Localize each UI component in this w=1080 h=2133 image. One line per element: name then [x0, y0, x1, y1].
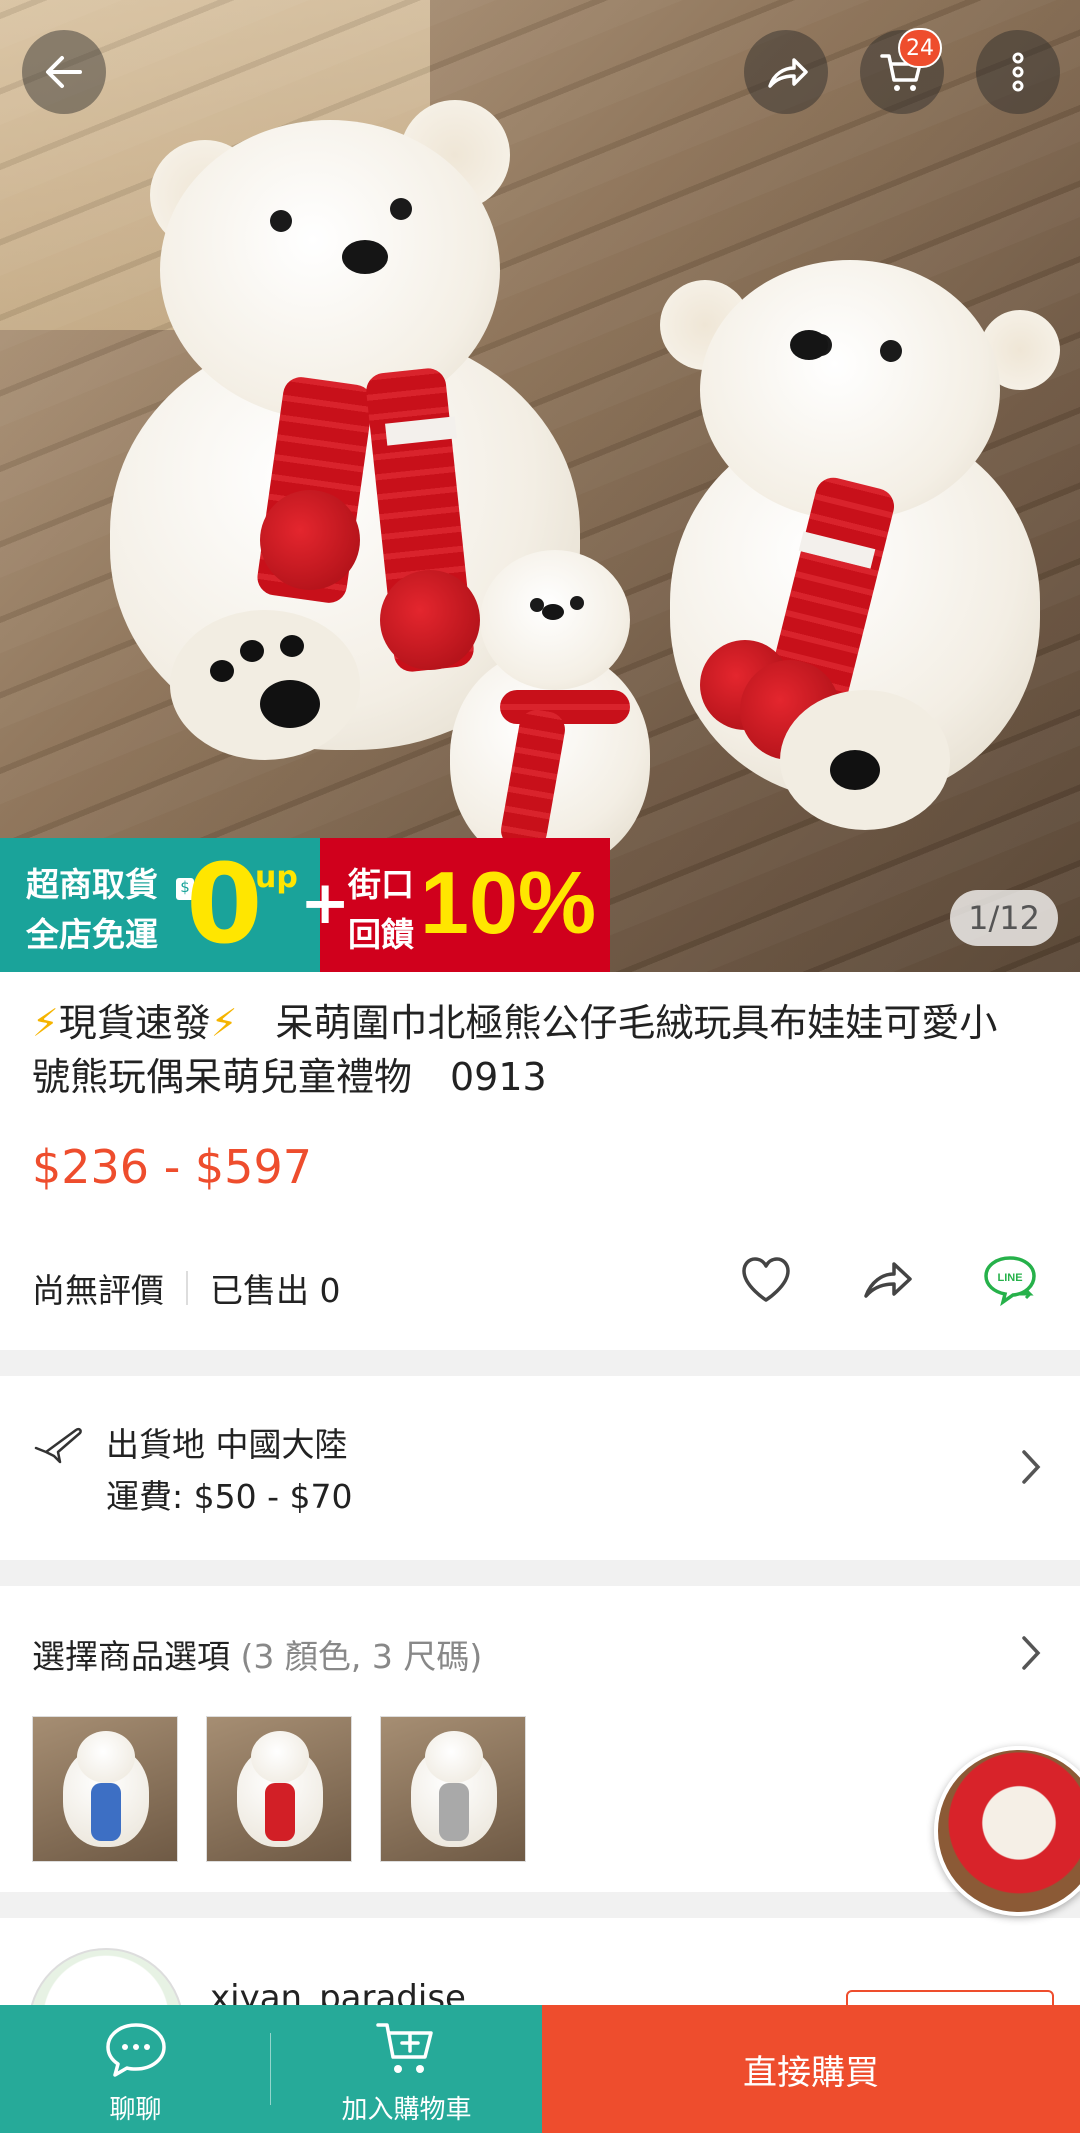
- promo-up: up: [255, 860, 298, 895]
- promo-line: 全店免運: [26, 915, 158, 954]
- option-thumb-blue[interactable]: [32, 1716, 178, 1862]
- sold-count: 已售出 0: [210, 1271, 341, 1310]
- chat-bubble-icon: [105, 2023, 166, 2077]
- heart-icon[interactable]: [736, 1250, 796, 1310]
- promo-banner: 超商取貨 全店免運 $ 0 up + 街口 回饋 10%: [0, 838, 610, 972]
- buy-now-label: 直接購買: [743, 2052, 879, 2093]
- image-counter: 1/12: [950, 890, 1058, 946]
- promo-line: 街口: [348, 865, 414, 904]
- airplane-icon: [34, 1427, 82, 1464]
- share-icon[interactable]: [858, 1250, 918, 1310]
- promo-cashback: 街口 回饋 10%: [320, 838, 610, 972]
- promo-zero: 0: [186, 840, 263, 968]
- promo-line: 超商取貨: [26, 865, 158, 904]
- add-cart-icon: [375, 2023, 433, 2073]
- svg-text:LINE: LINE: [997, 1272, 1022, 1284]
- section-divider: [0, 1892, 1080, 1918]
- buy-now-button[interactable]: 直接購買: [542, 2005, 1080, 2133]
- chevron-right-icon: [1022, 1450, 1041, 1484]
- back-arrow-icon: [46, 56, 82, 88]
- rating-text[interactable]: 尚無評價: [32, 1264, 164, 1312]
- title-tag: 現貨速發: [58, 1001, 211, 1045]
- divider: [186, 1271, 188, 1305]
- product-image-carousel[interactable]: 24 超商取貨 全店免運 $ 0 up + 街口 回饋 10% 1/12: [0, 0, 1080, 972]
- share-icon: [768, 58, 808, 88]
- promo-percent: 10%: [420, 853, 597, 952]
- product-actions: LINE: [736, 1250, 1040, 1310]
- add-to-cart-label: 加入購物車: [341, 2095, 472, 2125]
- chevron-right-icon: [1022, 1636, 1041, 1670]
- options-summary: (3 顏色, 3 尺碼): [240, 1637, 483, 1676]
- shipping-row[interactable]: 出貨地 中國大陸 運費: $50 - $70: [0, 1376, 1080, 1560]
- add-to-cart-button[interactable]: 加入購物車: [271, 2005, 542, 2133]
- share-button[interactable]: [744, 30, 828, 114]
- option-thumb-red[interactable]: [206, 1716, 352, 1862]
- medium-polar-bear: [640, 240, 1060, 840]
- shipping-origin: 出貨地 中國大陸: [106, 1425, 348, 1464]
- bottom-action-bar: 聊聊 加入購物車 直接購買: [0, 2005, 1080, 2133]
- shipping-fee: 運費: $50 - $70: [106, 1477, 353, 1516]
- lightning-icon: ⚡: [32, 1001, 59, 1045]
- chat-label: 聊聊: [109, 2095, 162, 2125]
- promo-line: 回饋: [348, 915, 414, 954]
- options-section[interactable]: 選擇商品選項 (3 顏色, 3 尺碼): [0, 1586, 1080, 1892]
- option-thumb-gray[interactable]: [380, 1716, 526, 1862]
- small-polar-bear: [440, 540, 670, 870]
- options-label: 選擇商品選項: [32, 1637, 230, 1676]
- product-stats: 尚無評價 已售出 0: [32, 1264, 341, 1312]
- back-button[interactable]: [22, 30, 106, 114]
- cart-count-badge: 24: [898, 28, 942, 68]
- product-title: ⚡現貨速發⚡ 呆萌圍巾北極熊公仔毛絨玩具布娃娃可愛小號熊玩偶呆萌兒童禮物 091…: [32, 996, 1032, 1104]
- more-menu-button[interactable]: [976, 30, 1060, 114]
- more-vertical-icon: [1012, 52, 1024, 92]
- section-divider: [0, 1350, 1080, 1376]
- promo-plus: +: [300, 868, 351, 938]
- lightning-icon: ⚡: [210, 1001, 238, 1045]
- options-header: 選擇商品選項 (3 顏色, 3 尺碼): [32, 1630, 482, 1678]
- section-divider: [0, 1560, 1080, 1586]
- line-share-icon[interactable]: LINE: [980, 1250, 1040, 1310]
- promo-free-shipping: 超商取貨 全店免運 $ 0 up: [0, 838, 320, 972]
- chat-button[interactable]: 聊聊: [0, 2005, 271, 2133]
- cart-button[interactable]: 24: [860, 28, 944, 114]
- product-price: $236 - $597: [32, 1140, 312, 1194]
